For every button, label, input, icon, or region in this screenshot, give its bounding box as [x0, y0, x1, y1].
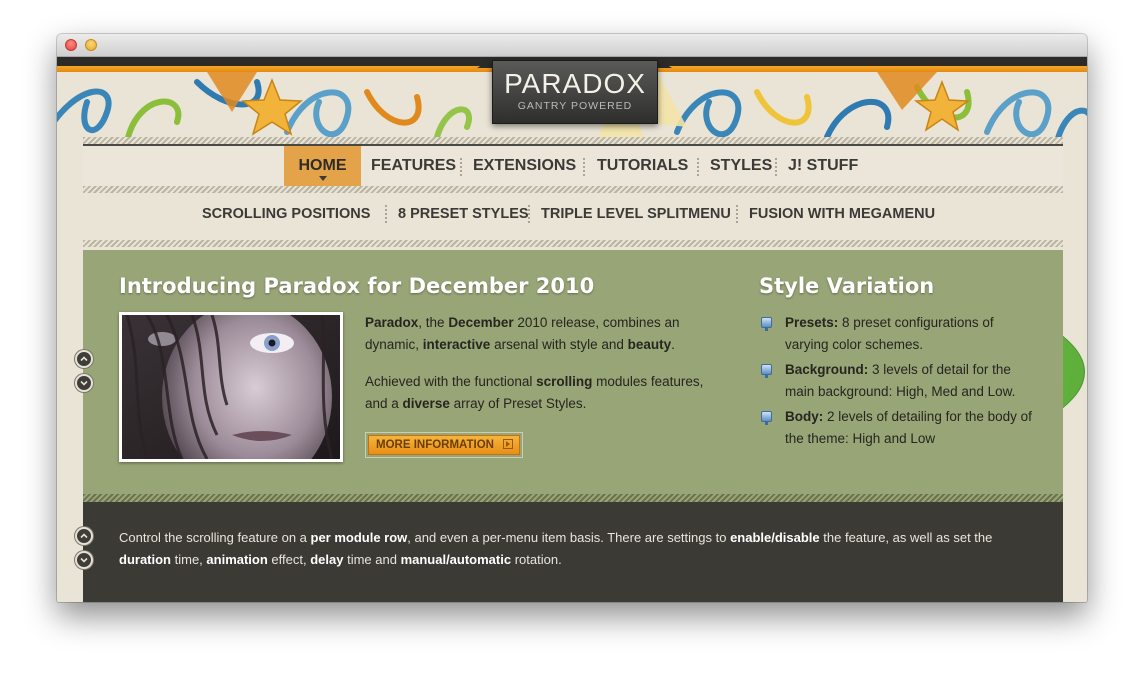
text-run: the feature, as well as set the: [819, 530, 993, 545]
chevron-down-icon: [318, 176, 327, 181]
text-run: , the: [418, 315, 449, 330]
text-bold: animation: [206, 552, 268, 567]
portrait-image: [122, 315, 340, 459]
logo-wing-left: [477, 58, 493, 68]
text-run: rotation.: [511, 552, 562, 567]
text-bold: delay: [310, 552, 344, 567]
subnav-item-triple-level-splitmenu[interactable]: TRIPLE LEVEL SPLITMENU: [541, 194, 731, 234]
logo-wing-right: [656, 58, 672, 68]
item-label: Background:: [785, 362, 869, 377]
nav-item-styles[interactable]: STYLES: [710, 146, 772, 186]
sub-navigation: SCROLLING POSITIONS 8 PRESET STYLES TRIP…: [83, 194, 1063, 234]
text-bold: scrolling: [536, 374, 593, 389]
intro-paragraph-1: Paradox, the December 2010 release, comb…: [365, 312, 705, 356]
nav-item-label: TUTORIALS: [597, 157, 689, 174]
text-bold: per module row: [310, 530, 408, 545]
style-variation-item: Presets: 8 preset configurations of vary…: [785, 312, 1035, 356]
nav-item-extensions[interactable]: EXTENSIONS: [473, 146, 576, 186]
subnav-separator: [385, 205, 387, 223]
subnav-item-label: 8 PRESET STYLES: [398, 206, 529, 222]
subnav-item-8-preset-styles[interactable]: 8 PRESET STYLES: [398, 194, 529, 234]
text-run: effect,: [267, 552, 311, 567]
main-navigation: HOME FEATURES EXTENSIONS TUTORIALS STYLE…: [83, 144, 1063, 187]
monitor-bullet-icon: [761, 364, 772, 378]
nav-separator: [460, 158, 462, 176]
nav-item-label: EXTENSIONS: [473, 157, 577, 174]
browser-window: PARADOX GANTRY POWERED HOME FEATURES EXT…: [57, 34, 1087, 602]
scroll-down-button[interactable]: [75, 374, 93, 392]
nav-item-j-stuff[interactable]: J! STUFF: [788, 146, 858, 186]
text-bold: December: [448, 315, 514, 330]
chevron-down-icon: [80, 557, 88, 563]
intro-paragraph-2: Achieved with the functional scrolling m…: [365, 371, 725, 415]
nav-separator: [697, 158, 699, 176]
subnav-separator: [528, 205, 530, 223]
text-bold: interactive: [422, 337, 491, 352]
text-run: array of Preset Styles.: [449, 396, 587, 411]
item-label: Presets:: [785, 315, 839, 330]
text-run: arsenal with style and: [490, 337, 628, 352]
minimize-window-button[interactable]: [85, 39, 97, 51]
chevron-up-icon: [80, 356, 88, 362]
text-bold: duration: [119, 552, 171, 567]
text-run: Control the scrolling feature on a: [119, 530, 311, 545]
nav-item-label: J! STUFF: [788, 157, 859, 174]
text-bold: enable/disable: [730, 530, 820, 545]
text-bold: manual/automatic: [400, 552, 512, 567]
style-variation-item: Body: 2 levels of detailing for the body…: [785, 406, 1035, 450]
logo-subtitle: GANTRY POWERED: [517, 100, 633, 112]
scroll-up-button[interactable]: [75, 527, 93, 545]
feature-strip: Control the scrolling feature on a per m…: [83, 494, 1063, 602]
text-run: time,: [171, 552, 207, 567]
scroll-down-button[interactable]: [75, 551, 93, 569]
nav-item-label: STYLES: [710, 157, 773, 174]
nav-item-tutorials[interactable]: TUTORIALS: [597, 146, 688, 186]
content-top-divider: [83, 240, 1063, 247]
text-bold: diverse: [402, 396, 450, 411]
nav-item-home[interactable]: HOME: [284, 146, 361, 186]
nav-top-divider: [83, 137, 1063, 144]
scroll-up-button[interactable]: [75, 350, 93, 368]
chevron-up-icon: [80, 533, 88, 539]
intro-title: Introducing Paradox for December 2010: [119, 274, 595, 298]
monitor-bullet-icon: [761, 411, 772, 425]
nav-item-label: FEATURES: [371, 157, 457, 174]
showcase-panel: Introducing Paradox for December 2010 Pa…: [83, 250, 1063, 494]
text-bold: beauty: [627, 337, 672, 352]
subnav-item-label: TRIPLE LEVEL SPLITMENU: [541, 206, 731, 222]
style-variation-title: Style Variation: [759, 274, 935, 298]
style-variation-item: Background: 3 levels of detail for the m…: [785, 359, 1035, 403]
nav-separator: [775, 158, 777, 176]
close-window-button[interactable]: [65, 39, 77, 51]
site-logo[interactable]: PARADOX GANTRY POWERED: [492, 60, 658, 124]
more-information-button-face: MORE INFORMATION: [368, 435, 520, 455]
subnav-separator: [736, 205, 738, 223]
subnav-top-divider: [83, 186, 1063, 193]
featured-photo: [119, 312, 343, 462]
subnav-item-label: FUSION WITH MEGAMENU: [749, 206, 936, 222]
window-titlebar: [57, 34, 1087, 494]
nav-item-features[interactable]: FEATURES: [371, 146, 456, 186]
subnav-item-label: SCROLLING POSITIONS: [202, 206, 371, 222]
nav-separator: [583, 158, 585, 176]
item-label: Body:: [785, 409, 824, 424]
feature-strip-text: Control the scrolling feature on a per m…: [119, 527, 1019, 571]
more-information-button[interactable]: MORE INFORMATION: [365, 432, 523, 458]
text-run: Achieved with the functional: [365, 374, 537, 389]
item-text: 2 levels of detailing for the body of th…: [785, 409, 1032, 446]
play-arrow-icon: [503, 439, 513, 449]
nav-item-label: HOME: [298, 157, 347, 174]
text-run: .: [671, 337, 675, 352]
more-information-label: MORE INFORMATION: [376, 439, 494, 451]
text-run: , and even a per-menu item basis. There …: [407, 530, 731, 545]
chevron-down-icon: [80, 380, 88, 386]
monitor-bullet-icon: [761, 317, 772, 331]
subnav-item-scrolling-positions[interactable]: SCROLLING POSITIONS: [202, 194, 370, 234]
logo-title: PARADOX: [504, 68, 646, 99]
feature-strip-divider: [83, 494, 1063, 502]
text-bold: Paradox: [365, 315, 419, 330]
text-run: time and: [343, 552, 401, 567]
subnav-item-fusion-with-megamenu[interactable]: FUSION WITH MEGAMENU: [749, 194, 935, 234]
